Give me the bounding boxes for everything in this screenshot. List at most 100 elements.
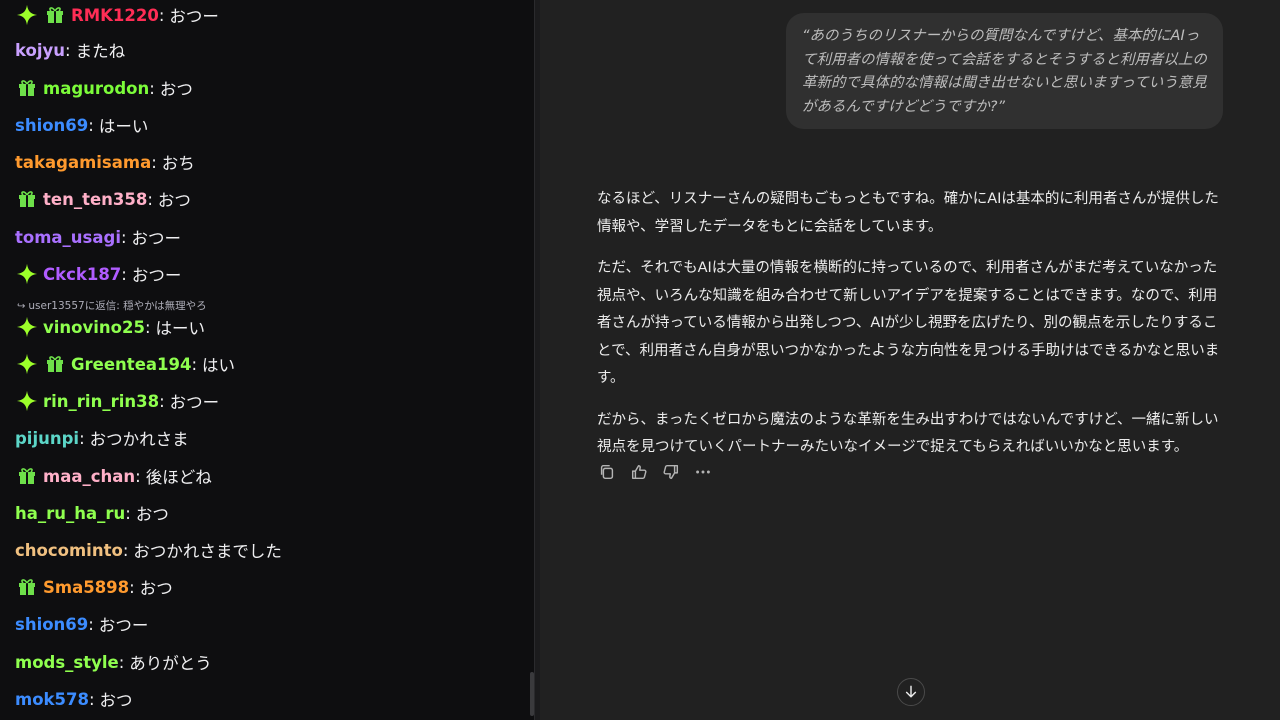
chat-username[interactable]: ten_ten358	[43, 190, 147, 209]
chat-username[interactable]: kojyu	[15, 41, 65, 60]
assistant-answer: なるほど、リスナーさんの疑問もごもっともですね。確かにAIは基本的に利用者さんが…	[597, 186, 1227, 476]
chat-separator: :	[79, 428, 85, 448]
chat-text: おつー	[131, 266, 182, 285]
chat-separator: :	[144, 317, 151, 337]
chat-username[interactable]: rin_rin_rin38	[43, 392, 159, 411]
chat-username[interactable]: shion69	[15, 615, 88, 634]
chat-message: Greentea194: はい	[15, 349, 235, 379]
chat-separator: :	[125, 503, 131, 523]
thumbs-down-icon[interactable]	[661, 461, 681, 483]
chat-username[interactable]: RMK1220	[71, 6, 159, 25]
answer-paragraph: だから、まったくゼロから魔法のような革新を生み出すわけではないんですけど、一緒に…	[597, 411, 1219, 456]
sparkle-icon[interactable]	[15, 262, 39, 286]
sparkle-icon[interactable]	[15, 389, 39, 413]
chat-message: magurodon: おつ	[15, 73, 193, 103]
chat-username[interactable]: shion69	[15, 116, 88, 135]
chat-separator: :	[121, 264, 127, 284]
reply-context: ↪ user13557に返信: 穏やかは無理やろ	[17, 298, 207, 313]
chat-username[interactable]: Sma5898	[43, 578, 129, 597]
chat-text: おつー	[169, 393, 220, 412]
chat-username[interactable]: Ckck187	[43, 265, 121, 284]
chat-text: おつ	[159, 80, 193, 99]
copy-icon[interactable]	[597, 461, 617, 483]
chat-text: 後ほどね	[145, 468, 212, 487]
chat-separator: :	[65, 40, 71, 60]
chat-username[interactable]: pijunpi	[15, 429, 79, 448]
chat-username[interactable]: mods_style	[15, 653, 119, 672]
chat-username[interactable]: Greentea194	[71, 355, 191, 374]
chat-username[interactable]: toma_usagi	[15, 228, 121, 247]
more-icon[interactable]	[693, 461, 713, 483]
chat-separator: :	[149, 78, 155, 98]
chat-message: takagamisama: おち	[15, 147, 195, 177]
chat-username[interactable]: ha_ru_ha_ru	[15, 504, 125, 523]
chat-message: RMK1220: おつー	[15, 0, 219, 30]
chat-message: pijunpi: おつかれさま	[15, 423, 189, 453]
chat-separator: :	[135, 466, 141, 486]
chat-message: kojyu: またね	[15, 35, 125, 65]
chat-separator: :	[88, 614, 94, 634]
assistant-panel: “あのうちのリスナーからの質問なんですけど、基本的にAIって利用者の情報を使って…	[540, 0, 1280, 720]
chat-text: おつかれさま	[89, 430, 189, 449]
chat-panel: RMK1220: おつー kojyu: またね magurodon: おつ shion69:…	[0, 0, 530, 720]
chat-message: chocominto: おつかれさまでした	[15, 535, 282, 565]
chat-message: mods_style: ありがとう	[15, 647, 212, 677]
gift-icon[interactable]	[15, 575, 39, 599]
chat-username[interactable]: mok578	[15, 690, 89, 709]
chat-text: おつ	[139, 579, 173, 598]
chat-text: おつー	[98, 616, 149, 635]
sparkle-icon[interactable]	[15, 3, 39, 27]
chat-text: おつ	[135, 505, 169, 524]
reply-context-text: user13557に返信: 穏やかは無理やろ	[28, 300, 207, 312]
chat-message: shion69: はーい	[15, 110, 148, 140]
chat-text: おち	[161, 154, 195, 173]
chat-separator: :	[159, 391, 165, 411]
chat-username[interactable]: chocominto	[15, 541, 123, 560]
chat-username[interactable]: magurodon	[43, 79, 149, 98]
chat-separator: :	[129, 577, 135, 597]
chat-text: おつ	[99, 691, 133, 710]
thumbs-up-icon[interactable]	[629, 461, 649, 483]
reply-icon: ↪	[17, 301, 26, 312]
sparkle-icon[interactable]	[15, 315, 39, 339]
chat-separator: :	[88, 689, 95, 709]
chat-separator: :	[191, 354, 198, 374]
chat-message: rin_rin_rin38: おつー	[15, 386, 219, 416]
chat-separator: :	[122, 540, 129, 560]
message-actions	[597, 461, 713, 483]
answer-paragraph: ただ、それでもAIは大量の情報を横断的に持っているので、利用者さんがまだ考えてい…	[597, 260, 1220, 386]
chat-message: toma_usagi: おつー	[15, 222, 181, 252]
user-message-text: “あのうちのリスナーからの質問なんですけど、基本的にAIって利用者の情報を使って…	[802, 28, 1207, 115]
sparkle-icon[interactable]	[15, 352, 39, 376]
chat-username[interactable]: vinovino25	[43, 318, 145, 337]
chat-message: ten_ten358: おつ	[15, 184, 191, 214]
chat-separator: :	[147, 189, 153, 209]
chat-text: またね	[75, 42, 126, 61]
chat-username[interactable]: maa_chan	[43, 467, 135, 486]
chat-text: おつー	[169, 7, 219, 26]
chat-text: おつ	[157, 191, 191, 210]
answer-paragraph: なるほど、リスナーさんの疑問もごもっともですね。確かにAIは基本的に利用者さんが…	[597, 191, 1219, 235]
chat-separator: :	[118, 652, 125, 672]
chat-separator: :	[151, 152, 157, 172]
chat-message: Sma5898: おつ	[15, 572, 173, 602]
scroll-down-button[interactable]	[897, 678, 925, 706]
chat-message: vinovino25: はーい	[15, 312, 205, 342]
chat-text: はーい	[98, 117, 149, 136]
chat-message: ha_ru_ha_ru: おつ	[15, 498, 169, 528]
chat-username[interactable]: takagamisama	[15, 153, 151, 172]
gift-icon[interactable]	[15, 187, 39, 211]
chat-text: おつー	[131, 229, 182, 248]
chat-separator: :	[88, 115, 94, 135]
arrow-down-icon	[905, 685, 917, 698]
gift-icon[interactable]	[43, 3, 67, 27]
gift-icon[interactable]	[43, 352, 67, 376]
chat-message: Ckck187: おつー	[15, 259, 181, 289]
user-message-bubble: “あのうちのリスナーからの質問なんですけど、基本的にAIって利用者の情報を使って…	[786, 13, 1223, 129]
chat-text: はーい	[155, 319, 206, 338]
chat-message: shion69: おつー	[15, 609, 148, 639]
chat-text: はい	[202, 356, 236, 375]
gift-icon[interactable]	[15, 464, 39, 488]
chat-message: maa_chan: 後ほどね	[15, 461, 212, 491]
gift-icon[interactable]	[15, 76, 39, 100]
